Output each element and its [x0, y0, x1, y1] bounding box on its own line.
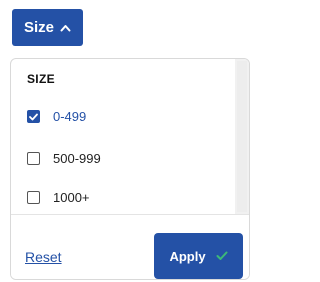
panel-footer: Reset Apply	[11, 214, 249, 279]
section-title: SIZE	[27, 72, 55, 86]
check-icon	[216, 251, 228, 261]
option-1000-plus[interactable]: 1000+	[27, 190, 90, 205]
chevron-up-icon	[60, 24, 71, 32]
size-filter-label: Size	[23, 19, 54, 36]
checkbox[interactable]	[27, 152, 40, 165]
option-500-999[interactable]: 500-999	[27, 151, 101, 166]
size-filter-toggle[interactable]: Size	[12, 9, 83, 46]
checkbox[interactable]	[27, 191, 40, 204]
options-list: SIZE 0-499 500-999 1000+	[11, 59, 249, 214]
apply-label: Apply	[169, 248, 206, 264]
option-0-499[interactable]: 0-499	[27, 109, 86, 124]
apply-button[interactable]: Apply	[154, 233, 243, 279]
scrollbar[interactable]	[235, 59, 249, 214]
checkbox-checked[interactable]	[27, 110, 40, 123]
reset-link[interactable]: Reset	[25, 249, 62, 265]
option-label: 0-499	[53, 109, 87, 124]
size-filter-panel: SIZE 0-499 500-999 1000+ Reset Apply	[10, 58, 250, 280]
scrollbar-thumb[interactable]	[237, 61, 247, 212]
check-icon	[29, 113, 38, 120]
option-label: 500-999	[53, 151, 101, 166]
option-label: 1000+	[53, 190, 90, 205]
